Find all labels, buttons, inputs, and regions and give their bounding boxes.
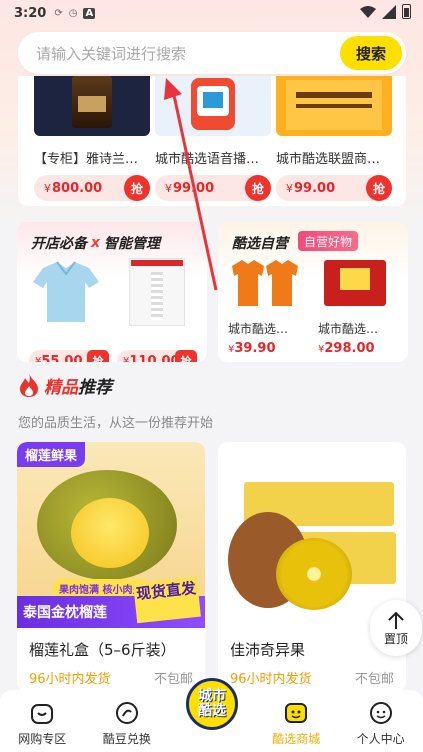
product-image: [34, 76, 150, 136]
grab-button[interactable]: 抢: [245, 175, 271, 201]
wifi-icon: [360, 5, 376, 18]
promo-card-self-operated[interactable]: 酷选自营 自营好物 城市酷选… ¥39.90 城市酷选… ¥298.00: [218, 222, 408, 362]
nav-label: 个人中心: [356, 732, 405, 746]
polo-shirt-icon: [33, 261, 99, 322]
section-title-rest: 推荐: [78, 377, 112, 398]
grab-button[interactable]: 抢: [366, 175, 392, 201]
section-title-highlight: 精品: [44, 377, 78, 398]
price-pill: ¥ 800.00 抢: [34, 175, 150, 201]
back-to-top-button[interactable]: 置顶: [370, 600, 422, 656]
section-subtitle: 您的品质生活，从这一份推荐开始: [18, 416, 214, 431]
promo-title-part: 开店必备: [31, 236, 87, 252]
promo-title-x: x: [91, 235, 101, 251]
notification-icon: ◷: [68, 7, 78, 19]
shipping-time: 96小时内发货: [230, 672, 312, 687]
price-pill: ¥ 110.00 抢: [117, 350, 197, 362]
product-meta: 96小时内发货 不包邮: [218, 668, 406, 687]
currency-symbol: ¥: [286, 181, 293, 195]
product-image: [276, 76, 392, 136]
product-price: 110.00: [129, 353, 180, 363]
promo-product[interactable]: ¥ 55.00 抢: [29, 258, 109, 362]
shipping-time: 96小时内发货: [29, 672, 111, 687]
grab-button[interactable]: 抢: [175, 350, 197, 362]
self-operated-badge: 自营好物: [298, 231, 359, 251]
product-title: 城市酷选联盟商…: [276, 152, 381, 167]
section-title: 精品推荐: [44, 373, 112, 398]
product-price: 99.00: [173, 180, 215, 196]
price-pill: ¥ 55.00 抢: [29, 350, 109, 362]
center-logo-button[interactable]: 城市 酷选: [186, 678, 238, 730]
durian-tag: 榴莲鲜果: [17, 442, 86, 467]
signal-icon: [382, 4, 396, 19]
product-meta: 96小时内发货 不包邮: [17, 668, 205, 687]
recommend-item-kiwi[interactable]: 佳沛奇异果 96小时内发货 不包邮: [218, 442, 406, 692]
durian-stamp: 现货直发: [133, 576, 201, 624]
currency-symbol: ¥: [44, 181, 51, 195]
promo-product[interactable]: 城市酷选… ¥39.90: [228, 258, 302, 356]
promo-product[interactable]: ¥ 110.00 抢: [117, 258, 197, 362]
nav-online-shopping[interactable]: 网购专区: [0, 690, 85, 752]
product-item[interactable]: 城市酷选语音播… ¥ 99.00 抢: [155, 76, 271, 201]
product-price: ¥39.90: [228, 341, 302, 356]
durian-image: 榴莲鲜果 果肉饱满 核小肉多 泰国金枕榴莲 现货直发: [17, 442, 205, 628]
sync-icon: ⟳: [54, 7, 63, 19]
bag-icon: [31, 704, 54, 724]
flame-icon: [20, 373, 38, 397]
promo-card-store-essentials[interactable]: 开店必备 x 智能管理 ¥ 55.00 抢 ¥ 110.00 抢: [17, 222, 207, 362]
mall-icon: [285, 703, 308, 723]
nav-mall[interactable]: 酷选商城: [254, 690, 339, 752]
product-title: 城市酷选语音播…: [155, 152, 260, 167]
kiwi-image: [218, 442, 406, 628]
shipping-fee: 不包邮: [354, 672, 394, 687]
product-price: 99.00: [294, 180, 336, 196]
nav-profile[interactable]: 个人中心: [338, 690, 423, 752]
price-value: 39.90: [234, 341, 276, 356]
product-price: 55.00: [41, 353, 83, 363]
shipping-fee: 不包邮: [153, 672, 193, 687]
grab-button[interactable]: 抢: [124, 175, 150, 201]
arrow-up-icon: [388, 611, 404, 629]
bag-image: [117, 258, 191, 326]
product-title: 【专柜】雅诗兰…: [34, 152, 139, 167]
polo-shirt-image: [29, 258, 103, 326]
price-pill: ¥ 99.00 抢: [276, 175, 392, 201]
shirt-icon: [232, 260, 298, 306]
promo-title-part: 智能管理: [104, 236, 161, 252]
search-input[interactable]: 请输入关键词进行搜索: [36, 43, 340, 64]
nav-bean-exchange[interactable]: 酷豆兑换: [85, 690, 170, 752]
top-products-card: 【专柜】雅诗兰… ¥ 800.00 抢 城市酷选语音播… ¥ 99.00 抢 城…: [18, 76, 406, 206]
product-price: 800.00: [52, 180, 103, 196]
status-bar: 3:20 ⟳ ◷ A: [0, 0, 423, 26]
search-button[interactable]: 搜索: [340, 36, 402, 70]
app-a-icon: A: [83, 7, 96, 19]
search-bar[interactable]: 请输入关键词进行搜索 搜索: [18, 32, 406, 74]
promo-title: 开店必备 x 智能管理: [31, 233, 160, 253]
back-to-top-label: 置顶: [383, 631, 408, 646]
product-item[interactable]: 城市酷选联盟商… ¥ 99.00 抢: [276, 76, 392, 201]
recommend-header: 精品推荐: [18, 372, 112, 398]
orange-shirts-image: [228, 258, 302, 326]
promo-title: 酷选自营: [232, 236, 288, 252]
nav-label: 酷豆兑换: [102, 732, 151, 746]
status-time: 3:20: [14, 5, 47, 21]
grab-button[interactable]: 抢: [87, 350, 109, 362]
coin-icon: [115, 702, 138, 724]
product-price: ¥298.00: [318, 341, 392, 356]
price-pill: ¥ 99.00 抢: [155, 175, 271, 201]
price-value: 298.00: [324, 341, 375, 356]
product-image: [155, 76, 271, 136]
profile-icon: [369, 702, 392, 724]
promo-product[interactable]: 城市酷选… ¥298.00: [318, 258, 392, 356]
nav-label: 网购专区: [18, 732, 67, 746]
red-box-image: [318, 258, 392, 326]
product-name: 榴莲礼盒（5–6斤装）: [29, 641, 176, 659]
battery-icon: [402, 4, 411, 19]
product-item[interactable]: 【专柜】雅诗兰… ¥ 800.00 抢: [34, 76, 150, 201]
logo-text: 城市: [198, 688, 226, 704]
logo-text: 酷选: [198, 703, 226, 719]
currency-symbol: ¥: [165, 181, 172, 195]
nav-label: 酷选商城: [272, 732, 321, 746]
recommend-item-durian[interactable]: 榴莲鲜果 果肉饱满 核小肉多 泰国金枕榴莲 现货直发 榴莲礼盒（5–6斤装） 9…: [17, 442, 205, 692]
